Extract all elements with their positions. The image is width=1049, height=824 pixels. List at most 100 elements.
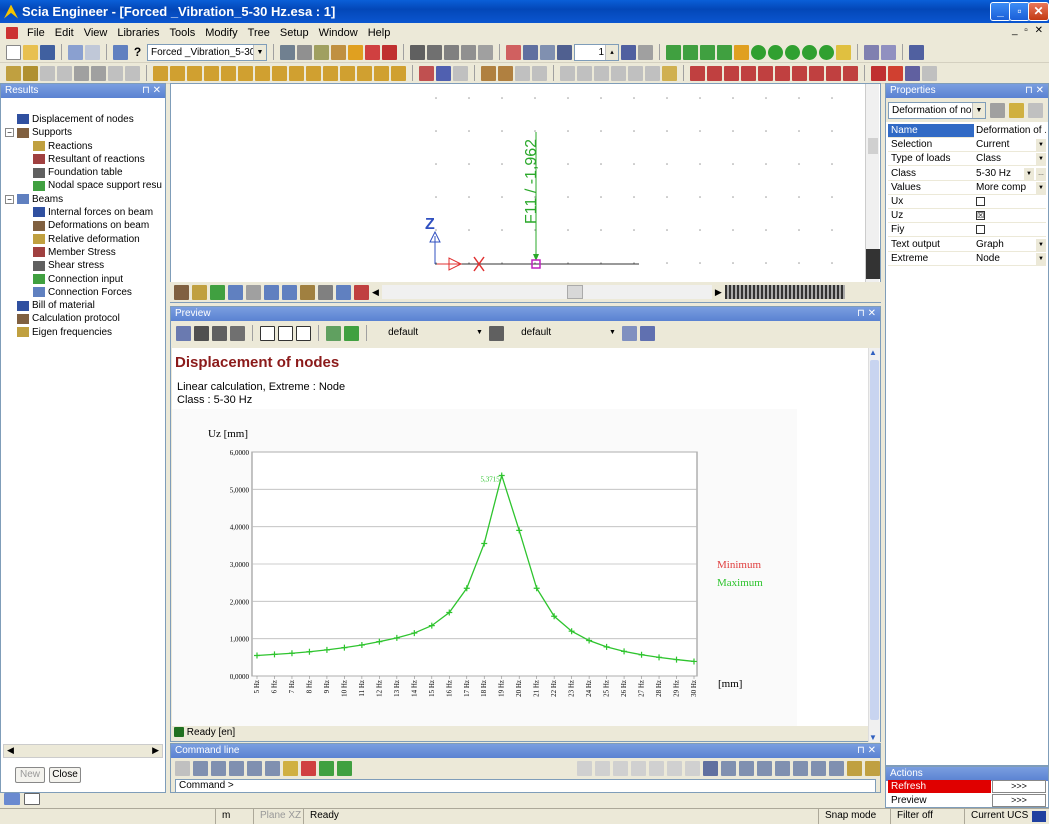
menu-libraries[interactable]: Libraries [112, 27, 164, 39]
tool-icon[interactable] [255, 65, 270, 81]
tool-icon[interactable] [289, 65, 304, 81]
tool-icon[interactable] [296, 325, 311, 341]
property-dropdown-icon[interactable]: ▼ [1024, 167, 1034, 180]
property-row[interactable]: Type of loads Class ▼ [888, 152, 1046, 167]
tool-icon[interactable] [826, 65, 841, 81]
tool-icon[interactable] [560, 65, 575, 81]
tool-icon[interactable] [91, 65, 106, 81]
tool-icon[interactable] [498, 65, 513, 81]
tool-icon[interactable] [391, 65, 406, 81]
tool-icon[interactable] [354, 284, 369, 300]
tool-icon[interactable] [176, 325, 191, 341]
tool-icon[interactable] [280, 44, 295, 60]
snap-icon[interactable] [649, 760, 664, 776]
tool-icon[interactable] [645, 65, 660, 81]
tool-icon[interactable] [666, 44, 681, 60]
snap-icon[interactable] [595, 760, 610, 776]
tool-icon[interactable] [481, 65, 496, 81]
redo-icon[interactable] [85, 44, 100, 60]
grid-icon[interactable] [540, 44, 555, 60]
tool-icon[interactable] [843, 65, 858, 81]
status-snap-mode[interactable]: Snap mode [818, 809, 890, 824]
tree-item[interactable]: Reactions [1, 140, 165, 153]
tool-icon[interactable] [282, 284, 297, 300]
snap-icon[interactable] [613, 760, 628, 776]
snap-icon[interactable] [739, 760, 754, 776]
property-value[interactable]: Deformation of ... [974, 124, 1046, 138]
tree-item[interactable]: Bill of material [1, 299, 165, 312]
zoom-window-icon[interactable] [802, 44, 817, 60]
tool-icon[interactable] [247, 760, 262, 776]
property-dropdown-icon[interactable]: ▼ [1036, 238, 1046, 251]
tool-icon[interactable] [170, 65, 185, 81]
properties-icon[interactable] [113, 44, 128, 60]
tool-icon[interactable] [365, 44, 380, 60]
close-button[interactable]: ✕ [1028, 2, 1049, 21]
tool-icon[interactable] [990, 102, 1005, 118]
snap-icon[interactable] [667, 760, 682, 776]
property-ellipsis-icon[interactable]: … [1036, 167, 1046, 180]
tool-icon[interactable] [318, 284, 333, 300]
tool-icon[interactable] [741, 65, 756, 81]
panel-pin-close[interactable]: ⊓ ✕ [857, 744, 876, 758]
tool-icon[interactable] [314, 44, 329, 60]
tab-layer-icon[interactable] [24, 793, 40, 805]
tool-icon[interactable] [265, 760, 280, 776]
status-filter[interactable]: Filter off [890, 809, 964, 824]
tool-icon[interactable] [272, 65, 287, 81]
property-value[interactable] [974, 223, 1046, 237]
property-checkbox[interactable] [976, 196, 985, 206]
tool-icon[interactable] [40, 65, 55, 81]
tool-icon[interactable] [506, 44, 521, 60]
tool-icon[interactable] [211, 760, 226, 776]
tree-expander-icon[interactable]: − [5, 194, 14, 204]
property-row[interactable]: Uz ☒ [888, 209, 1046, 224]
tool-icon[interactable] [344, 325, 359, 341]
tree-item[interactable]: Displacement of nodes [1, 113, 165, 126]
tree-item[interactable]: Eigen frequencies [1, 326, 165, 339]
tool-icon[interactable] [683, 44, 698, 60]
tool-icon[interactable] [662, 65, 677, 81]
zoom-icon[interactable] [751, 44, 766, 60]
tree-item[interactable]: Internal forces on beam [1, 206, 165, 219]
tool-icon[interactable] [775, 65, 790, 81]
panel-pin-close[interactable]: ⊓ ✕ [1025, 84, 1044, 98]
tool-icon[interactable] [57, 65, 72, 81]
project-combo[interactable]: Forced _Vibration_5-30 H ▼ [147, 43, 267, 61]
scroll-right-icon[interactable]: ▶ [715, 287, 722, 298]
save-icon[interactable] [40, 44, 55, 60]
snap-icon[interactable] [811, 760, 826, 776]
snap-icon[interactable] [847, 760, 862, 776]
tool-icon[interactable] [532, 65, 547, 81]
tree-hscrollbar[interactable]: ◀ ▶ [3, 744, 163, 758]
tree-item[interactable]: Resultant of reactions [1, 153, 165, 166]
tool-icon[interactable] [461, 44, 476, 60]
property-dropdown-icon[interactable]: ▼ [1036, 139, 1046, 152]
property-value[interactable]: ☒ [974, 209, 1046, 223]
tool-icon[interactable] [758, 65, 773, 81]
snap-icon[interactable] [631, 760, 646, 776]
tool-icon[interactable] [331, 44, 346, 60]
scroll-left-icon[interactable]: ◀ [372, 287, 379, 298]
tool-icon[interactable] [444, 44, 459, 60]
refresh-action[interactable]: Refresh [888, 780, 991, 793]
property-row[interactable]: Selection Current ▼ [888, 138, 1046, 153]
property-dropdown-icon[interactable]: ▼ [1036, 252, 1046, 265]
minimize-button[interactable]: _ [990, 2, 1011, 21]
snap-icon[interactable] [793, 760, 808, 776]
tool-icon[interactable] [204, 65, 219, 81]
tool-icon[interactable] [340, 65, 355, 81]
tree-item[interactable]: Nodal space support resu [1, 179, 165, 192]
property-row[interactable]: Name Deformation of ... [888, 124, 1046, 138]
tool-icon[interactable] [210, 284, 225, 300]
tool-icon[interactable] [640, 325, 655, 341]
status-ucs[interactable]: Current UCS [964, 809, 1030, 824]
menu-tree[interactable]: Tree [243, 27, 275, 39]
undo-icon[interactable] [68, 44, 83, 60]
snap-icon[interactable] [775, 760, 790, 776]
menu-modify[interactable]: Modify [200, 27, 242, 39]
spinner-input[interactable]: 1 ▴ [574, 43, 619, 61]
tool-icon[interactable] [283, 760, 298, 776]
snap-icon[interactable] [703, 760, 718, 776]
tool-icon[interactable] [638, 44, 653, 60]
